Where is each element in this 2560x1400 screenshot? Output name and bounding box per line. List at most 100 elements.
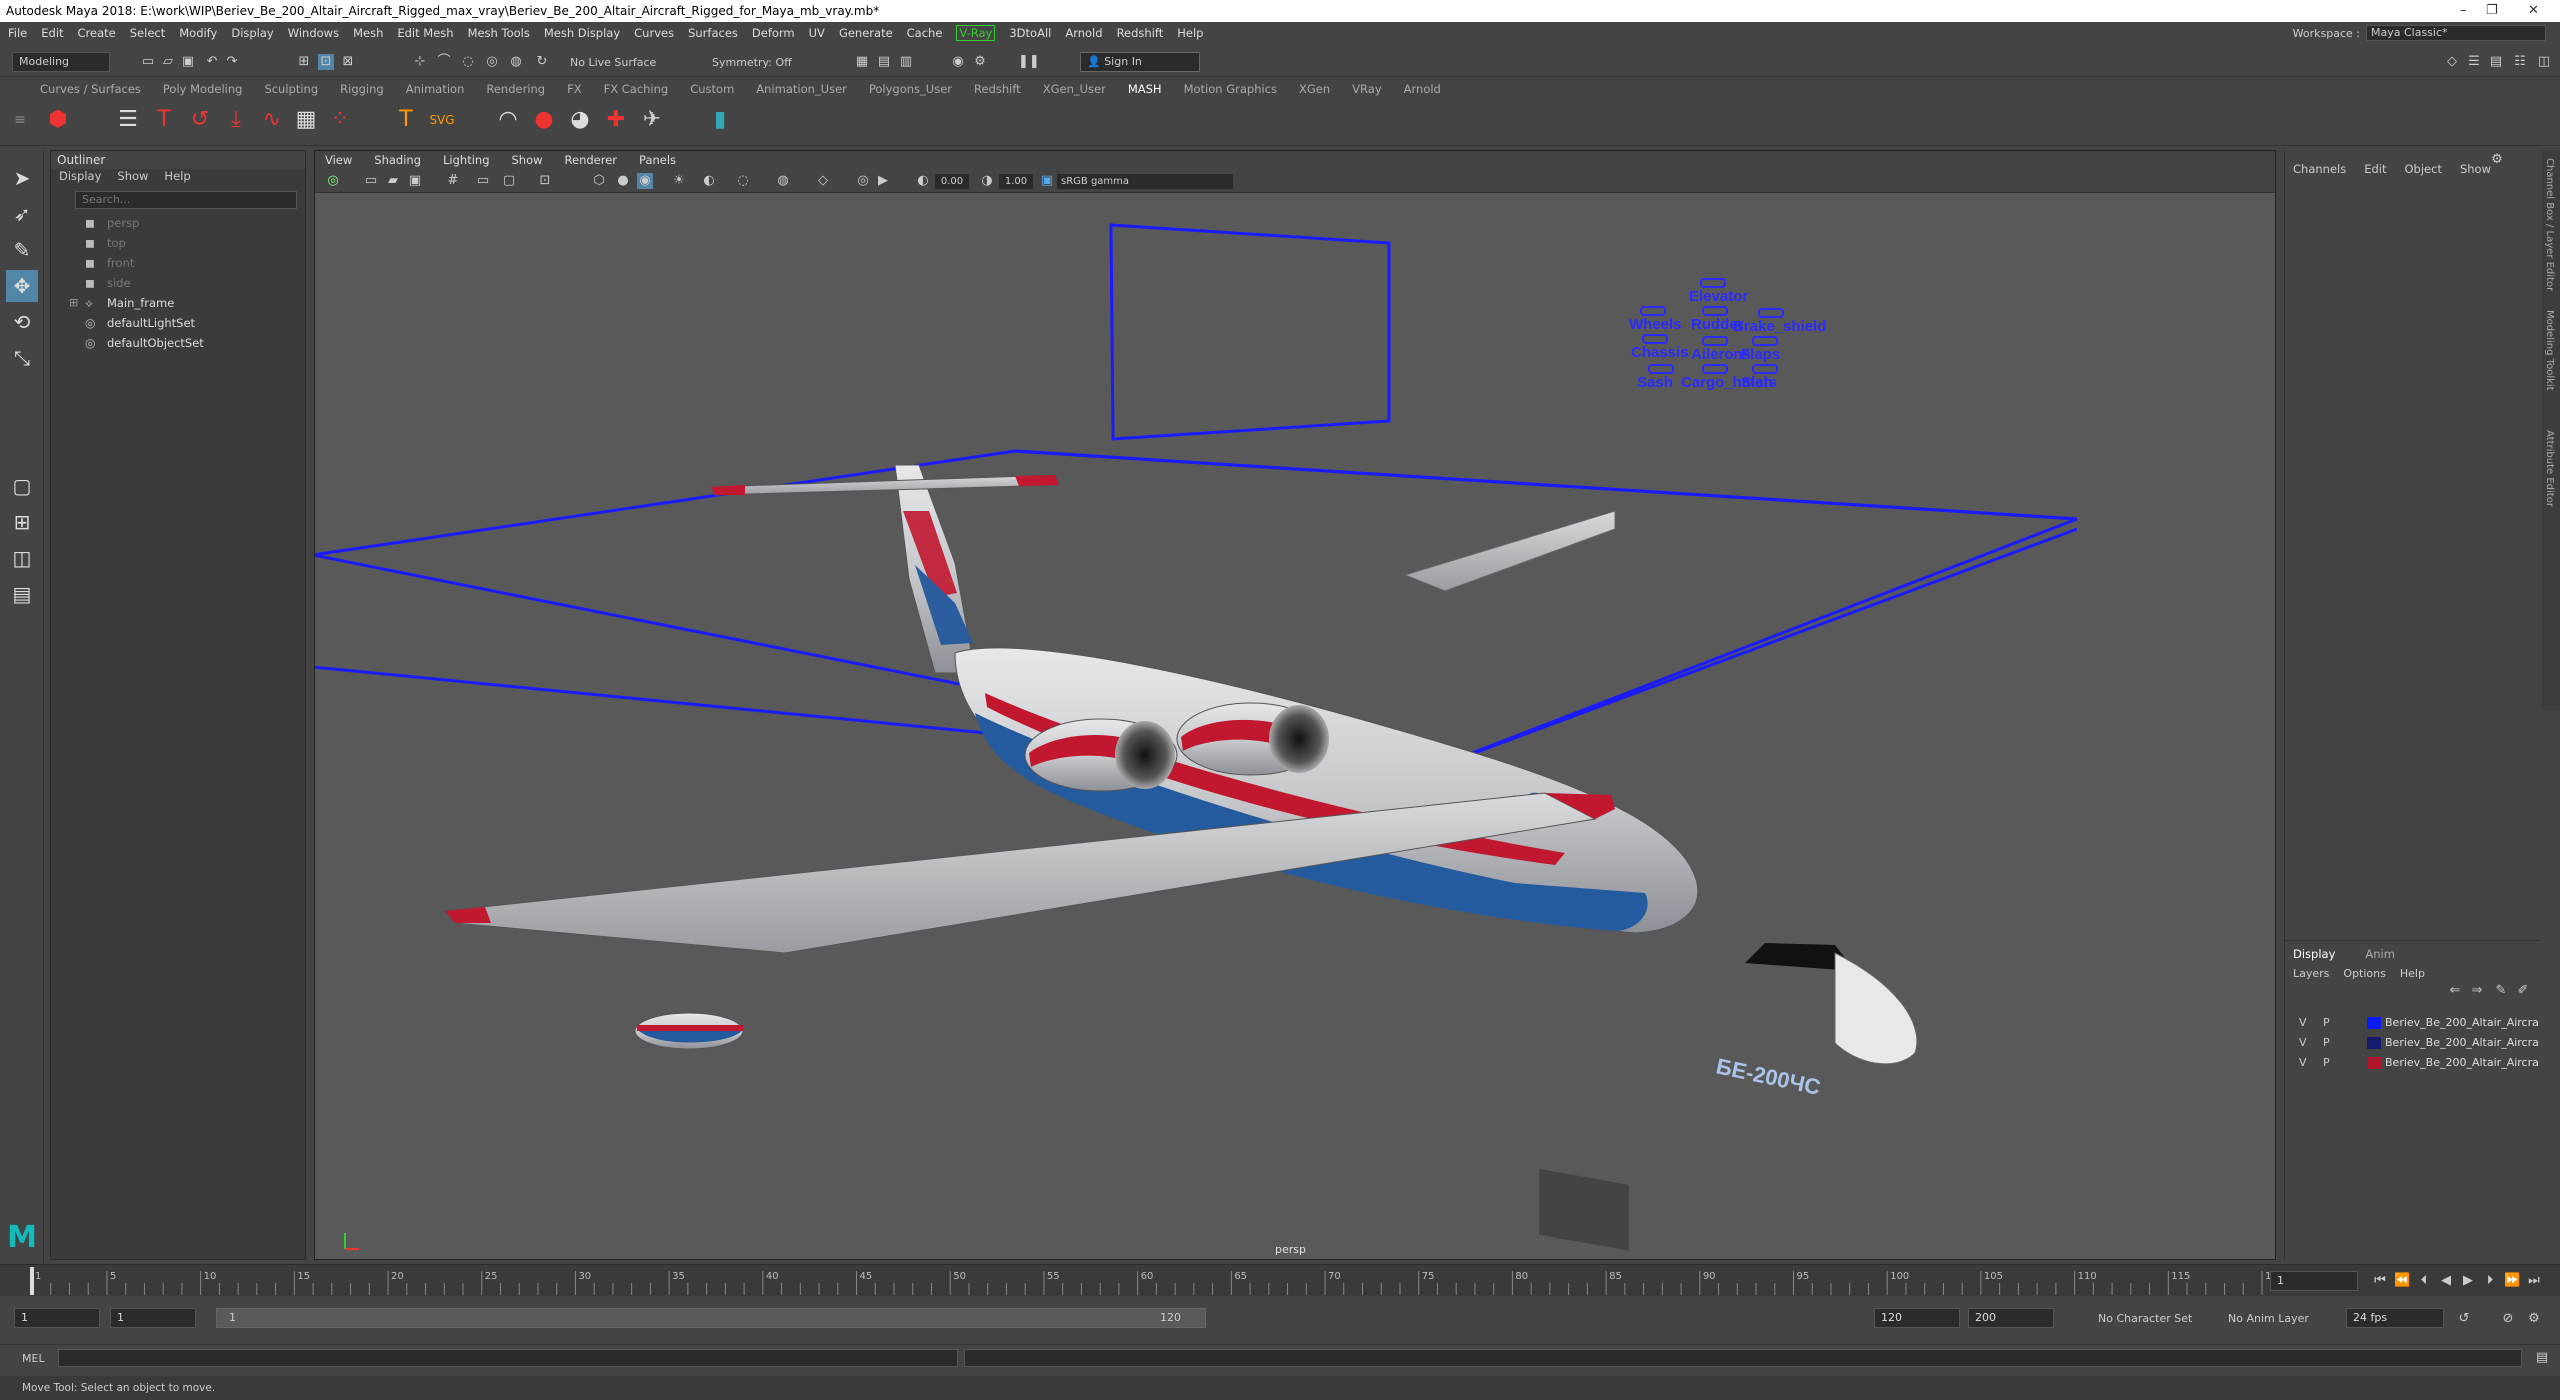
layer-visibility-toggle[interactable]: V bbox=[2299, 1013, 2307, 1033]
snap-surface-icon[interactable]: ◍ bbox=[508, 54, 524, 70]
step-back-frame-icon[interactable]: ⏴ bbox=[2416, 1273, 2432, 1289]
side-tab-modeling-toolkit[interactable]: Modeling Toolkit bbox=[2544, 310, 2555, 391]
character-set-dropdown[interactable]: No Character Set bbox=[2098, 1312, 2192, 1325]
rig-control-flaps[interactable]: Flaps bbox=[1741, 336, 1780, 363]
shelf-tab-xgen[interactable]: XGen bbox=[1299, 82, 1330, 102]
type-tool-icon[interactable]: T bbox=[392, 106, 420, 134]
shadows-icon[interactable]: ◐ bbox=[701, 173, 717, 189]
outliner-item[interactable]: ⊞ ⟡ Main_frame bbox=[51, 293, 305, 313]
xray-icon[interactable]: ◌ bbox=[735, 173, 751, 189]
snap-grid-icon[interactable]: ⊹ bbox=[412, 54, 428, 70]
wireframe-icon[interactable]: ⬡ bbox=[591, 173, 607, 189]
anim-start-field[interactable]: 1 bbox=[110, 1308, 196, 1328]
ipr-icon[interactable]: ◉ bbox=[950, 54, 966, 70]
select-tool-icon[interactable]: ➤ bbox=[6, 162, 38, 194]
viewport-menu-shading[interactable]: Shading bbox=[374, 151, 421, 169]
layer-playback-toggle[interactable]: P bbox=[2323, 1033, 2330, 1053]
shelf-tab-sculpting[interactable]: Sculpting bbox=[264, 82, 318, 102]
layer-menu-layers[interactable]: Layers bbox=[2293, 967, 2329, 980]
undo-icon[interactable]: ↶ bbox=[204, 54, 220, 70]
safe-action-icon[interactable]: ⊡ bbox=[537, 173, 553, 189]
expand-icon[interactable]: ⊞ bbox=[69, 293, 78, 313]
shelf-tab-fx[interactable]: FX bbox=[567, 82, 582, 102]
rotate-tool-icon[interactable]: ⟲ bbox=[6, 306, 38, 338]
shelf-tab-rendering[interactable]: Rendering bbox=[486, 82, 545, 102]
menu-modify[interactable]: Modify bbox=[179, 26, 217, 40]
step-forward-frame-icon[interactable]: ⏵ bbox=[2482, 1273, 2498, 1289]
tool-settings-icon[interactable]: ▤ bbox=[2488, 54, 2504, 70]
channel-box-icon[interactable]: ☷ bbox=[2512, 54, 2528, 70]
rig-control-elevator[interactable]: Elevator bbox=[1689, 278, 1748, 305]
layer-move-down-icon[interactable]: ⇒ bbox=[2469, 983, 2485, 999]
menu-create[interactable]: Create bbox=[78, 26, 116, 40]
layer-color-swatch[interactable] bbox=[2367, 1057, 2381, 1069]
select-hierarchy-icon[interactable]: ⊞ bbox=[296, 54, 312, 70]
menu-surfaces[interactable]: Surfaces bbox=[688, 26, 738, 40]
layer-menu-options[interactable]: Options bbox=[2343, 967, 2385, 980]
isolate-icon[interactable]: ◍ bbox=[775, 173, 791, 189]
menu-display[interactable]: Display bbox=[231, 26, 273, 40]
menu-mesh-tools[interactable]: Mesh Tools bbox=[468, 26, 530, 40]
viewport-3d-scene[interactable]: Elevator Wheels Rudder Brake_shield Chassis A… bbox=[311, 193, 2277, 1261]
layer-row[interactable]: VP Beriev_Be_200_Altair_Aircraft_R bbox=[2289, 1053, 2539, 1073]
outliner-menu-show[interactable]: Show bbox=[117, 169, 148, 187]
workspace-dropdown[interactable]: Maya Classic* bbox=[2366, 25, 2546, 41]
outliner-menu-display[interactable]: Display bbox=[59, 169, 101, 187]
side-tab-attribute-editor[interactable]: Attribute Editor bbox=[2544, 430, 2555, 507]
menu-file[interactable]: File bbox=[8, 26, 27, 40]
menu-arnold[interactable]: Arnold bbox=[1065, 26, 1102, 40]
symmetry-label[interactable]: Symmetry: Off bbox=[712, 56, 792, 69]
smooth-shade-icon[interactable]: ● bbox=[615, 173, 631, 189]
anim-end-field[interactable]: 200 bbox=[1968, 1308, 2054, 1328]
viewport-menu-lighting[interactable]: Lighting bbox=[443, 151, 489, 169]
layer-playback-toggle[interactable]: P bbox=[2323, 1053, 2330, 1073]
shelf-tab-xgen-user[interactable]: XGen_User bbox=[1043, 82, 1106, 102]
start-frame-field[interactable]: 1 bbox=[14, 1308, 100, 1328]
menu-3dtoall[interactable]: 3DtoAll bbox=[1009, 26, 1051, 40]
save-scene-icon[interactable]: ▣ bbox=[180, 54, 196, 70]
modeling-toolkit-icon[interactable]: ◇ bbox=[2444, 54, 2460, 70]
channel-box-settings-icon[interactable]: ⚙ bbox=[2489, 152, 2505, 168]
single-pane-icon[interactable]: ▢ bbox=[6, 470, 38, 502]
attribute-editor-icon[interactable]: ☰ bbox=[2466, 54, 2482, 70]
end-frame-field[interactable]: 120 bbox=[1874, 1308, 1960, 1328]
gamma-field[interactable]: 1.00 bbox=[999, 174, 1033, 189]
menu-generate[interactable]: Generate bbox=[839, 26, 893, 40]
viewport-menu-show[interactable]: Show bbox=[512, 151, 543, 169]
mash-text-icon[interactable]: T bbox=[150, 106, 178, 134]
outliner-layout-icon[interactable]: ▤ bbox=[6, 578, 38, 610]
pause-icon[interactable]: ❚❚ bbox=[1018, 54, 1040, 70]
menu-mesh[interactable]: Mesh bbox=[353, 26, 383, 40]
workspace-selector[interactable]: Workspace : Maya Classic* bbox=[2293, 22, 2546, 44]
loop-icon[interactable]: ↺ bbox=[2456, 1311, 2472, 1327]
channel-menu-channels[interactable]: Channels bbox=[2293, 162, 2346, 176]
shelf-tab-redshift[interactable]: Redshift bbox=[974, 82, 1021, 102]
lasso-tool-icon[interactable]: ➶ bbox=[6, 198, 38, 230]
camera-attr-icon[interactable]: ▭ bbox=[363, 173, 379, 189]
move-tool-icon[interactable]: ✥ bbox=[6, 270, 38, 302]
menu-redshift[interactable]: Redshift bbox=[1117, 26, 1164, 40]
mash-loop-icon[interactable]: ◠ bbox=[494, 106, 522, 134]
new-layer-selected-icon[interactable]: ✐ bbox=[2515, 983, 2531, 999]
rig-control-slats[interactable]: Slats bbox=[1741, 364, 1778, 391]
four-pane-icon[interactable]: ⊞ bbox=[6, 506, 38, 538]
outliner-search-input[interactable]: Search... bbox=[75, 191, 297, 209]
camera-select-icon[interactable]: ◎ bbox=[325, 173, 341, 189]
mash-world-icon[interactable]: ✈ bbox=[638, 106, 666, 134]
rig-control-brake-shield[interactable]: Brake_shield bbox=[1733, 308, 1826, 335]
current-time-marker[interactable] bbox=[30, 1267, 34, 1295]
shelf-tab-animation[interactable]: Animation bbox=[406, 82, 465, 102]
shelf-tab-arnold[interactable]: Arnold bbox=[1404, 82, 1441, 102]
dof-icon[interactable]: ◎ bbox=[855, 173, 871, 189]
outliner-item[interactable]: ◼ front bbox=[51, 253, 305, 273]
shelf-tab-fx-caching[interactable]: FX Caching bbox=[604, 82, 669, 102]
shelf-tab-poly-modeling[interactable]: Poly Modeling bbox=[163, 82, 243, 102]
mash-grid-icon[interactable]: ▦ bbox=[292, 106, 320, 134]
menu-help[interactable]: Help bbox=[1177, 26, 1203, 40]
outliner-item[interactable]: ◼ side bbox=[51, 273, 305, 293]
menu-edit-mesh[interactable]: Edit Mesh bbox=[397, 26, 453, 40]
mode-dropdown[interactable]: Modeling bbox=[12, 52, 110, 72]
resolution-gate-icon[interactable]: ▢ bbox=[501, 173, 517, 189]
outliner-item[interactable]: ◼ top bbox=[51, 233, 305, 253]
rig-control-board[interactable]: ElevatorWheels RudderBrake_shieldChassis A… bbox=[1109, 223, 1826, 441]
